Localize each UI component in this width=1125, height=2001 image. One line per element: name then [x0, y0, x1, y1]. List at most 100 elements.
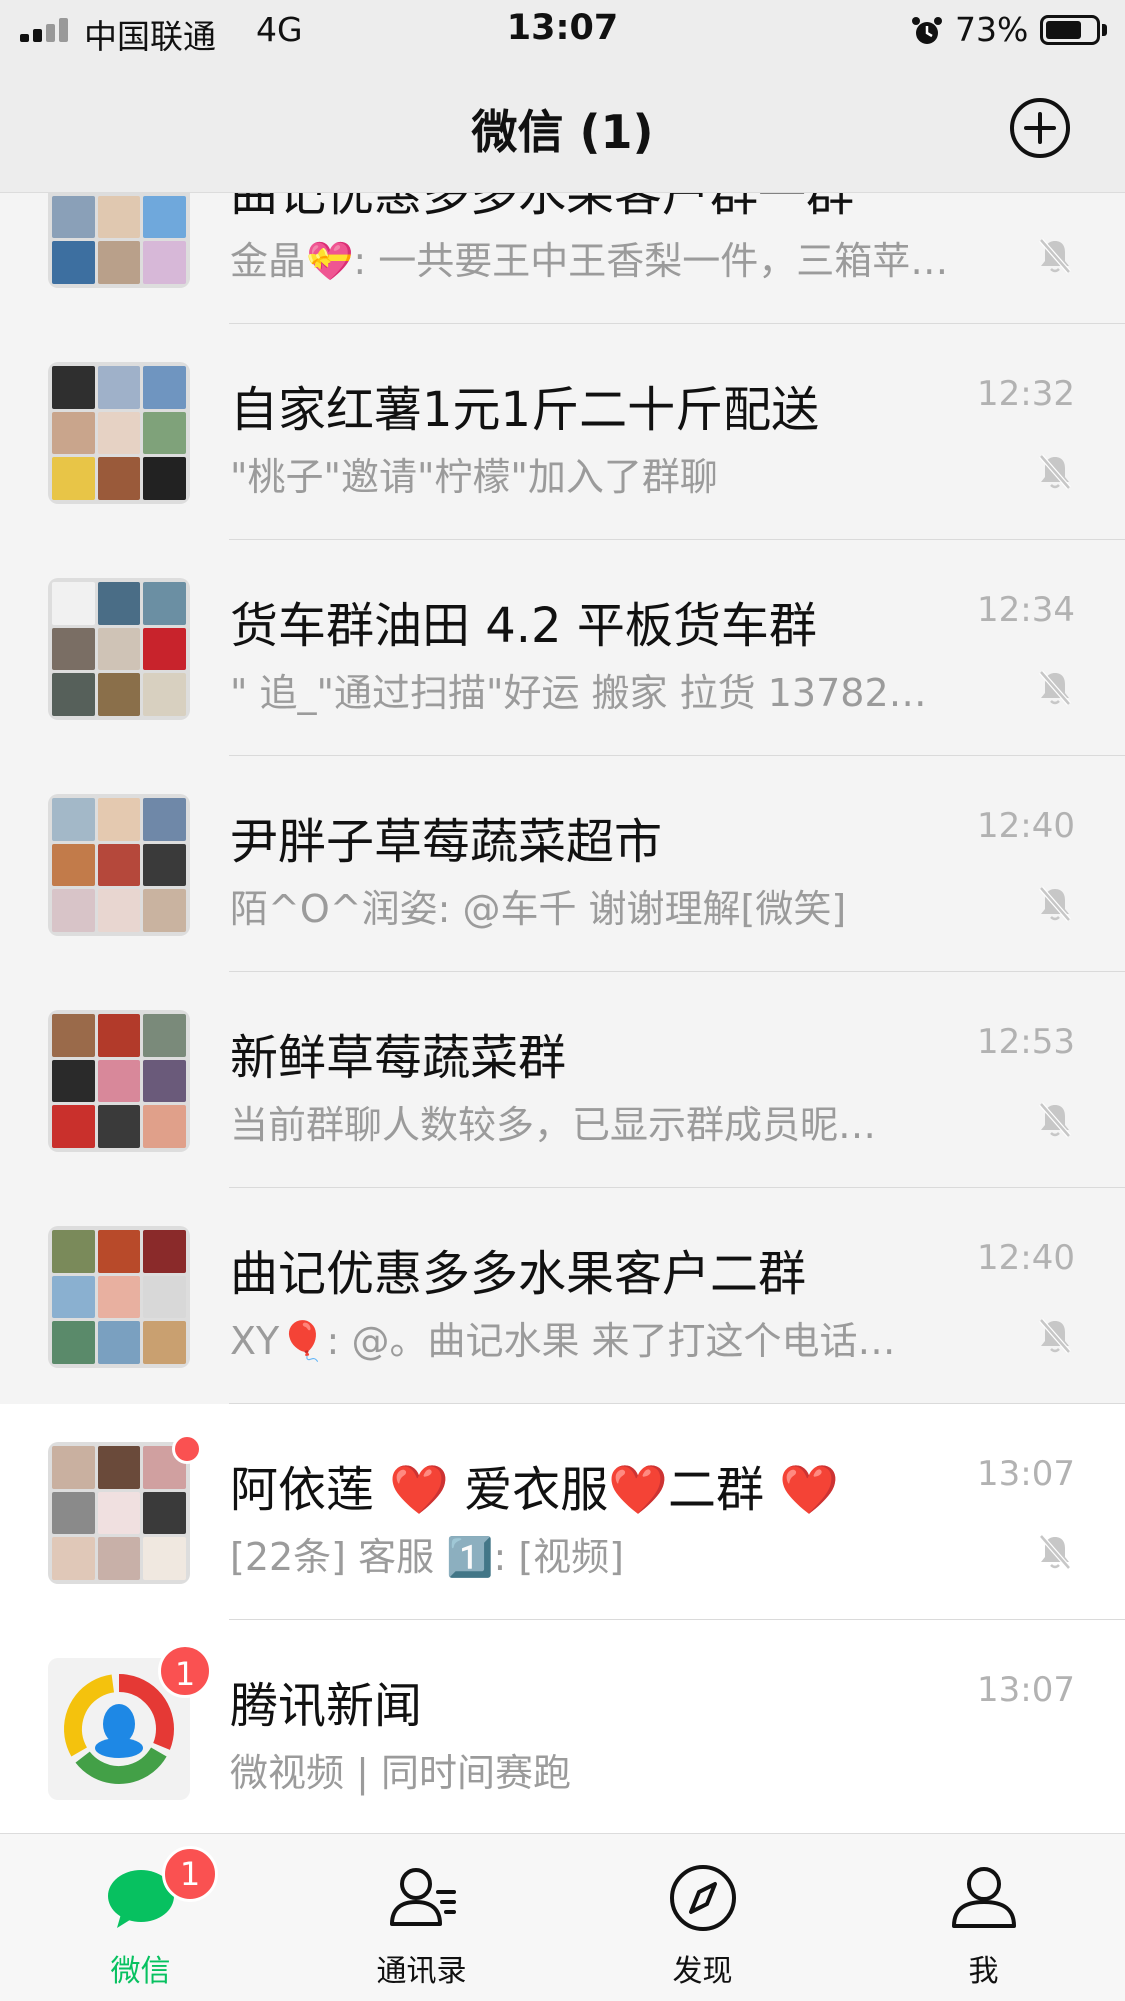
tab-contacts[interactable]: 通讯录: [281, 1834, 562, 2001]
chat-time: 12:40: [977, 806, 1075, 846]
unread-badge: 1: [158, 1644, 212, 1698]
chat-row[interactable]: 1 腾讯新闻 微视频 | 同时间赛跑 13:07: [0, 1620, 1125, 1833]
member-avatar-tile: [143, 1321, 186, 1364]
group-avatar: [48, 1226, 190, 1368]
chat-preview: 金晶💝: 一共要王中王香梨一件，三箱苹果两箱…: [230, 239, 975, 283]
chat-name: 曲记优惠多多水果客户群一群: [230, 193, 855, 222]
chat-preview: 当前群聊人数较多，已显示群成员昵…: [230, 1103, 877, 1147]
mute-bell-icon: [1039, 454, 1071, 490]
alarm-clock-icon: [912, 17, 942, 44]
member-avatar-tile: [143, 366, 186, 409]
chat-preview: " 追_"通过扫描"好运 搬家 拉货 13782…: [230, 671, 927, 715]
group-avatar: [48, 193, 190, 288]
tab-bar: 微信 1 通讯录 发现 我: [0, 1833, 1125, 2001]
chat-row[interactable]: 新鲜草莓蔬菜群当前群聊人数较多，已显示群成员昵… 12:53: [0, 972, 1125, 1188]
member-avatar-tile: [97, 627, 141, 671]
member-avatar-tile: [97, 1230, 141, 1273]
mute-bell-icon: [1039, 886, 1071, 922]
chat-name: 曲记优惠多多水果客户二群: [230, 1246, 807, 1302]
member-avatar-tile: [143, 411, 186, 455]
member-avatar-tile: [97, 457, 141, 500]
mute-bell-icon: [1039, 1534, 1071, 1570]
member-avatar-tile: [143, 673, 186, 716]
member-avatar-tile: [97, 1491, 141, 1535]
chat-list[interactable]: 曲记优惠多多水果客户群一群金晶💝: 一共要王中王香梨一件，三箱苹果两箱… 12:1…: [0, 193, 1125, 1833]
chat-time: 12:53: [977, 1022, 1075, 1062]
tab-chats[interactable]: 微信 1: [0, 1834, 281, 2001]
member-avatar-tile: [52, 366, 95, 409]
member-avatar-tile: [143, 1491, 186, 1535]
chat-preview: [22条] 客服 1️⃣: [视频]: [230, 1535, 625, 1579]
tab-label: 我: [968, 1954, 999, 1989]
chat-time: 13:07: [977, 1670, 1075, 1710]
chat-time: 13:07: [977, 1454, 1075, 1494]
member-avatar-tile: [143, 195, 186, 239]
tab-discover[interactable]: 发现: [562, 1834, 843, 2001]
member-avatar-tile: [52, 1537, 95, 1580]
member-avatar-tile: [97, 1105, 141, 1148]
member-avatar-tile: [52, 241, 95, 284]
chat-row[interactable]: 自家红薯1元1斤二十斤配送 "桃子"邀请"柠檬"加入了群聊 12:32: [0, 324, 1125, 540]
tab-label: 微信: [110, 1954, 171, 1989]
member-avatar-tile: [52, 582, 95, 625]
chat-time: 12:32: [977, 374, 1075, 414]
tab-label: 通讯录: [376, 1954, 467, 1989]
chat-name: 新鲜草莓蔬菜群: [230, 1030, 567, 1086]
member-avatar-tile: [97, 1321, 141, 1364]
member-avatar-tile: [143, 457, 186, 500]
unread-badge: 1: [162, 1846, 218, 1902]
member-avatar-tile: [97, 1446, 141, 1489]
mute-bell-icon: [1039, 238, 1071, 274]
member-avatar-tile: [143, 798, 186, 841]
member-avatar-tile: [143, 1275, 186, 1319]
member-avatar-tile: [97, 1537, 141, 1580]
chat-row[interactable]: 曲记优惠多多水果客户群一群金晶💝: 一共要王中王香梨一件，三箱苹果两箱… 12:1…: [0, 193, 1125, 324]
group-avatar: [48, 794, 190, 936]
chat-list-content: 曲记优惠多多水果客户群一群金晶💝: 一共要王中王香梨一件，三箱苹果两箱… 12:1…: [0, 193, 1125, 1833]
member-avatar-tile: [97, 241, 141, 284]
person-icon: [952, 1867, 1016, 1928]
member-avatar-tile: [97, 843, 141, 887]
chat-preview: 陌^O^润姿: @车千 谢谢理解[微笑]: [230, 887, 847, 931]
battery-percent: 73%: [955, 10, 1029, 49]
status-bar: 中国联通 4G 13:07 73%: [0, 0, 1125, 60]
member-avatar-tile: [97, 411, 141, 455]
member-avatar-tile: [52, 798, 95, 841]
chat-row[interactable]: 阿依莲 ❤️ 爱衣服❤️二群 ❤️ [22条] 客服 1️⃣: [视频] 13:07: [0, 1404, 1125, 1620]
member-avatar-tile: [97, 1059, 141, 1103]
chat-row[interactable]: 尹胖子草莓蔬菜超市 陌^O^润姿: @车千 谢谢理解[微笑] 12:40: [0, 756, 1125, 972]
chat-preview: XY🎈: @。曲记水果 来了打这个电话…: [230, 1319, 896, 1363]
member-avatar-tile: [97, 1275, 141, 1319]
member-avatar-tile: [97, 798, 141, 841]
member-avatar-tile: [52, 1059, 95, 1103]
chat-row[interactable]: 曲记优惠多多水果客户二群 XY🎈: @。曲记水果 来了打这个电话… 12:40: [0, 1188, 1125, 1404]
member-avatar-tile: [97, 673, 141, 716]
member-avatar-tile: [143, 627, 186, 671]
battery-icon: [1040, 15, 1100, 45]
chat-preview: "桃子"邀请"柠檬"加入了群聊: [230, 455, 718, 499]
navigation-bar: 微信 (1): [0, 60, 1125, 193]
chat-time: 12:18: [977, 193, 1075, 198]
member-avatar-tile: [143, 1230, 186, 1273]
chat-name: 阿依莲 ❤️ 爱衣服❤️二群 ❤️: [230, 1462, 840, 1518]
member-avatar-tile: [52, 1275, 95, 1319]
plus-circle-icon[interactable]: [1008, 96, 1072, 160]
tab-me[interactable]: 我: [843, 1834, 1124, 2001]
member-avatar-tile: [143, 241, 186, 284]
member-avatar-tile: [143, 1059, 186, 1103]
chat-time: 12:40: [977, 1238, 1075, 1278]
group-avatar: [48, 1010, 190, 1152]
member-avatar-tile: [52, 673, 95, 716]
member-avatar-tile: [52, 1491, 95, 1535]
battery-level: [1046, 21, 1081, 39]
mute-bell-icon: [1039, 670, 1071, 706]
member-avatar-tile: [52, 889, 95, 932]
member-avatar-tile: [97, 1014, 141, 1057]
member-avatar-tile: [143, 582, 186, 625]
member-avatar-tile: [52, 843, 95, 887]
chat-row[interactable]: 货车群油田 4.2 平板货车群 " 追_"通过扫描"好运 搬家 拉货 13782……: [0, 540, 1125, 756]
chat-preview: 微视频 | 同时间赛跑: [230, 1751, 571, 1795]
member-avatar-tile: [52, 1446, 95, 1489]
group-avatar: [48, 1442, 190, 1584]
chat-name: 货车群油田 4.2 平板货车群: [230, 598, 817, 654]
